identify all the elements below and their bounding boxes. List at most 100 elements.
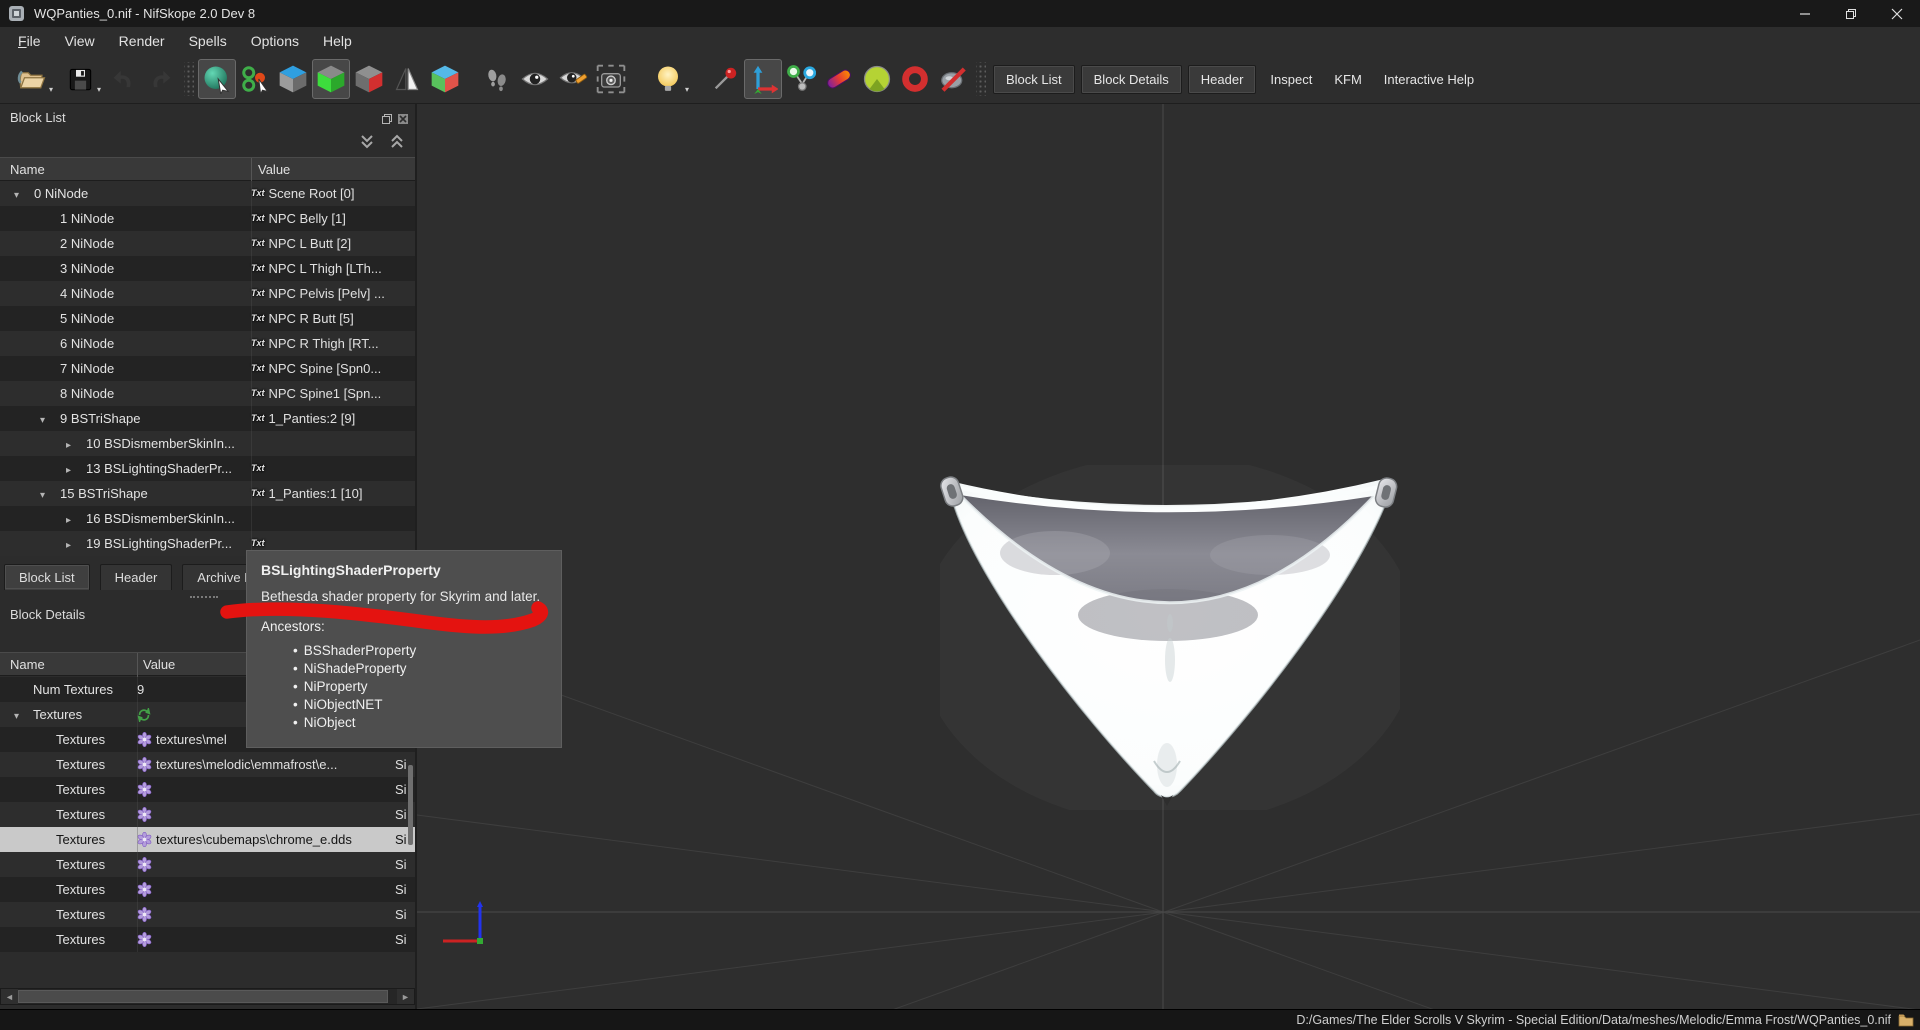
pin-button[interactable] <box>706 59 744 99</box>
block-list-row[interactable]: 7 NiNode Txt NPC Spine [Spn0... <box>0 356 415 381</box>
block-list-row[interactable]: ▾ 9 BSTriShape Txt 1_Panties:2 [9] <box>0 406 415 431</box>
block-list-row[interactable]: 3 NiNode Txt NPC L Thigh [LTh... <box>0 256 415 281</box>
dropdown-arrow-icon[interactable]: ▾ <box>685 85 689 94</box>
vertical-scrollbar-thumb[interactable] <box>408 765 413 845</box>
block-details-row[interactable]: Textures Si <box>0 902 415 927</box>
block-list-row[interactable]: ▸ 10 BSDismemberSkinIn... <box>0 431 415 456</box>
column-divider[interactable] <box>251 158 252 182</box>
move-axes-button[interactable] <box>744 59 782 99</box>
toolbar-button-block-list[interactable]: Block List <box>993 64 1075 94</box>
expander-closed-icon[interactable]: ▸ <box>66 458 86 481</box>
pick-nodes-button[interactable] <box>236 59 274 99</box>
expand-all-icon[interactable] <box>388 134 406 150</box>
two-sided-button[interactable] <box>388 59 426 99</box>
block-details-row-selected[interactable]: Textures textures\cubemaps\chrome_e.dds Si <box>0 827 415 852</box>
menu-item-options[interactable]: Options <box>239 29 311 53</box>
column-divider[interactable] <box>137 653 138 677</box>
column-divider <box>137 902 138 927</box>
save-file-button[interactable]: ▾ <box>56 59 104 99</box>
no-paint-button[interactable] <box>934 59 972 99</box>
link-nodes-button[interactable] <box>782 59 820 99</box>
cube-green-front-button[interactable] <box>312 59 350 99</box>
horizontal-scrollbar[interactable]: ◄ ► <box>0 988 415 1005</box>
footsteps-button[interactable] <box>478 59 516 99</box>
window-title: WQPanties_0.nif - NifSkope 2.0 Dev 8 <box>34 6 256 21</box>
pin-icon <box>714 67 737 90</box>
texture-flower-icon <box>137 807 152 822</box>
block-list-row[interactable]: 8 NiNode Txt NPC Spine1 [Spn... <box>0 381 415 406</box>
dropdown-arrow-icon[interactable]: ▾ <box>49 85 53 94</box>
tooltip-title: BSLightingShaderProperty <box>261 562 441 578</box>
scroll-right-arrow[interactable]: ► <box>397 989 414 1004</box>
block-list-row[interactable]: ▾ 0 NiNode Txt Scene Root [0] <box>0 181 415 206</box>
block-details-row[interactable]: Textures Si <box>0 802 415 827</box>
expander-open-icon[interactable]: ▾ <box>14 183 34 206</box>
close-button[interactable] <box>1874 0 1920 27</box>
block-details-row[interactable]: Textures Si <box>0 927 415 952</box>
redo-button[interactable] <box>142 59 180 99</box>
cube-red-side-button[interactable] <box>350 59 388 99</box>
eye-edit-button[interactable] <box>554 59 592 99</box>
lightbulb-button[interactable]: ▾ <box>644 59 692 99</box>
toolbar-button-header[interactable]: Header <box>1187 64 1257 94</box>
toolbar-button-inspect[interactable]: Inspect <box>1259 66 1323 93</box>
block-details-row[interactable]: Textures Si <box>0 852 415 877</box>
block-list-row[interactable]: 1 NiNode Txt NPC Belly [1] <box>0 206 415 231</box>
column-divider <box>251 256 252 281</box>
toolbar-button-block-details[interactable]: Block Details <box>1080 64 1182 94</box>
gradient-roller-button[interactable] <box>820 59 858 99</box>
pick-sphere-button[interactable] <box>198 59 236 99</box>
close-dock-icon[interactable] <box>397 113 409 125</box>
open-folder-button[interactable]: ▾ <box>8 59 56 99</box>
collapse-all-icon[interactable] <box>358 134 376 150</box>
cube-blue-top-button[interactable] <box>274 59 312 99</box>
menu-item-file[interactable]: File <box>6 29 53 53</box>
block-list-row[interactable]: 6 NiNode Txt NPC R Thigh [RT... <box>0 331 415 356</box>
expander-open-icon[interactable]: ▾ <box>40 408 60 431</box>
menu-item-view[interactable]: View <box>53 29 107 53</box>
cube-red-side-icon <box>355 65 383 93</box>
dropdown-arrow-icon[interactable]: ▾ <box>97 85 101 94</box>
expander-open-icon[interactable]: ▾ <box>14 704 33 727</box>
restore-button[interactable] <box>1828 0 1874 27</box>
undo-button[interactable] <box>104 59 142 99</box>
texture-flower-icon <box>137 832 152 847</box>
save-file-icon <box>69 68 91 90</box>
block-list-row[interactable]: 4 NiNode Txt NPC Pelvis [Pelv] ... <box>0 281 415 306</box>
block-list-row[interactable]: 2 NiNode Txt NPC L Butt [2] <box>0 231 415 256</box>
block-details-row[interactable]: Textures textures\melodic\emmafrost\e... S… <box>0 752 415 777</box>
render-viewport[interactable] <box>417 104 1920 1009</box>
block-list-row[interactable]: 5 NiNode Txt NPC R Butt [5] <box>0 306 415 331</box>
folder-icon[interactable] <box>1898 1013 1914 1027</box>
dock-tab-block-list[interactable]: Block List <box>4 564 90 590</box>
block-value: Scene Root [0] <box>268 186 355 201</box>
menu-item-help[interactable]: Help <box>311 29 364 53</box>
cube-textured-button[interactable] <box>426 59 464 99</box>
horizontal-scrollbar-thumb[interactable] <box>18 990 388 1003</box>
block-list-row[interactable]: ▸ 13 BSLightingShaderPr... Txt <box>0 456 415 481</box>
detail-name: Textures <box>33 707 83 722</box>
scroll-left-arrow[interactable]: ◄ <box>1 989 18 1004</box>
block-details-row[interactable]: Textures Si <box>0 877 415 902</box>
toolbar-button-interactive-help[interactable]: Interactive Help <box>1373 66 1485 93</box>
block-list-row[interactable]: ▸ 16 BSDismemberSkinIn... <box>0 506 415 531</box>
dock-tab-header[interactable]: Header <box>99 564 173 590</box>
expander-closed-icon[interactable]: ▸ <box>66 433 86 456</box>
menu-item-spells[interactable]: Spells <box>177 29 239 53</box>
red-ring-button[interactable] <box>896 59 934 99</box>
float-dock-icon[interactable] <box>381 113 393 125</box>
toolbar-button-kfm[interactable]: KFM <box>1323 66 1372 93</box>
menu-item-render[interactable]: Render <box>107 29 177 53</box>
eye-button[interactable] <box>516 59 554 99</box>
block-list-header[interactable]: Name Value <box>0 157 415 182</box>
dock-splitter-handle[interactable] <box>190 596 218 598</box>
block-details-row[interactable]: Textures Si <box>0 777 415 802</box>
expander-closed-icon[interactable]: ▸ <box>66 533 86 556</box>
expander-closed-icon[interactable]: ▸ <box>66 508 86 531</box>
clock-pie-button[interactable] <box>858 59 896 99</box>
block-list-row[interactable]: ▾ 15 BSTriShape Txt 1_Panties:1 [10] <box>0 481 415 506</box>
detail-name: Textures <box>56 882 106 897</box>
minimize-button[interactable] <box>1782 0 1828 27</box>
camera-button[interactable] <box>592 59 630 99</box>
expander-open-icon[interactable]: ▾ <box>40 483 60 506</box>
